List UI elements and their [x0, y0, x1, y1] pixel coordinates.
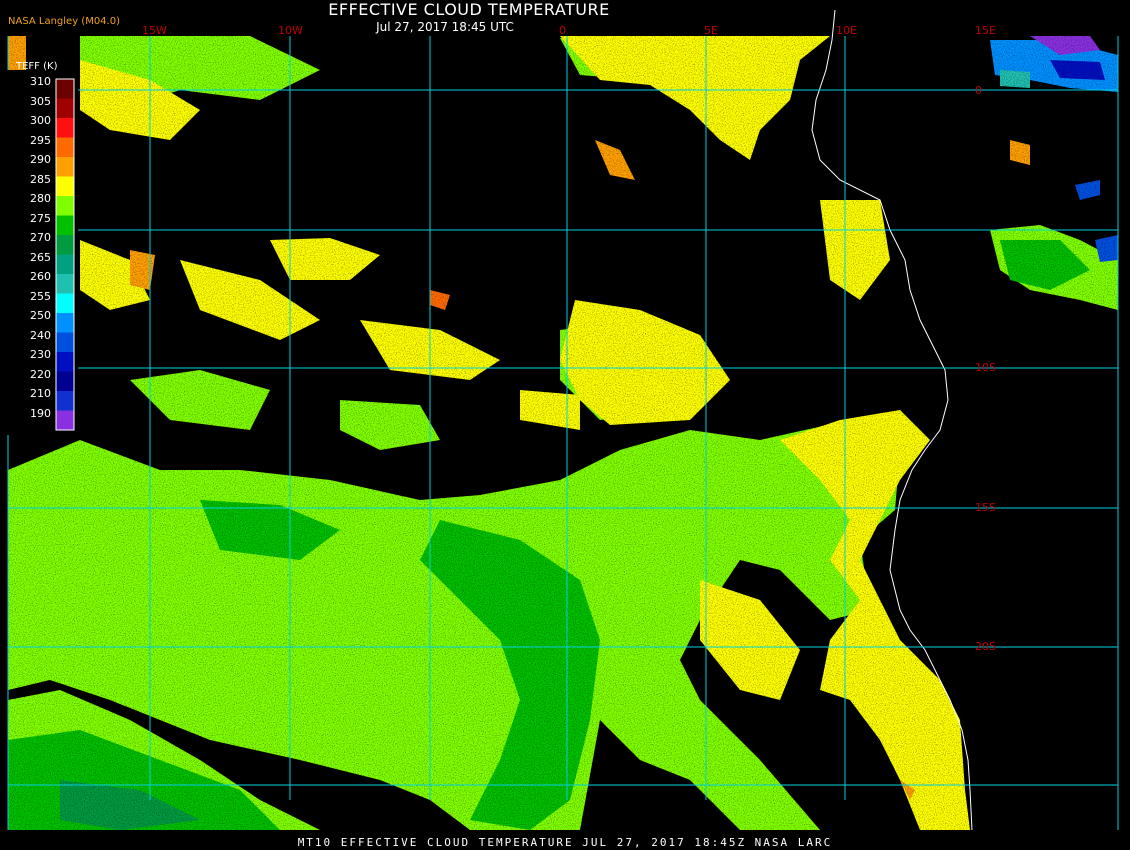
map-title: EFFECTIVE CLOUD TEMPERATURE: [328, 0, 610, 19]
legend-tick-290: 290: [30, 153, 51, 166]
legend-tick-240: 240: [30, 328, 51, 342]
legend-tick-250: 250: [30, 309, 51, 322]
legend-swatch-275: [56, 215, 74, 235]
legend-tick-285: 285: [30, 172, 51, 186]
legend-tick-310: 310: [30, 75, 51, 88]
legend-tick-210: 210: [30, 387, 51, 400]
lon-label-15w: 15W: [142, 24, 167, 37]
lat-label-0: 0: [975, 84, 982, 97]
legend-tick-260: 260: [30, 270, 51, 283]
lon-label-5e: 5E: [704, 24, 718, 37]
legend-tick-230: 230: [30, 348, 51, 361]
legend-swatch-300: [56, 118, 74, 138]
lon-label-0: 0: [559, 24, 566, 37]
legend-swatch-240: [56, 332, 74, 352]
lat-label-10s: 10S: [975, 361, 996, 374]
texture-overlay: [8, 36, 1118, 830]
legend-swatch-305: [56, 98, 74, 118]
lat-label-20s: 20S: [975, 640, 996, 653]
legend-tick-270: 270: [30, 231, 51, 244]
right-border: [1118, 36, 1130, 830]
footer-caption: MT10 EFFECTIVE CLOUD TEMPERATURE JUL 27,…: [297, 836, 833, 849]
legend-tick-275: 275: [30, 211, 51, 225]
legend-swatch-290: [56, 157, 74, 177]
legend-tick-280: 280: [30, 192, 51, 205]
legend-swatch-190: [56, 410, 74, 430]
legend-tick-190: 190: [30, 406, 51, 420]
legend-color-bar: [55, 78, 75, 431]
legend-swatch-295: [56, 137, 74, 157]
credit-label: NASA Langley (M04.0): [8, 16, 120, 27]
legend-swatch-280: [56, 196, 74, 216]
legend-swatch-220: [56, 371, 74, 391]
legend-title: TEFF (K): [16, 61, 58, 72]
legend-tick-255: 255: [30, 289, 51, 303]
legend-swatch-270: [56, 235, 74, 255]
lon-label-10e: 10E: [836, 24, 857, 37]
legend-swatch-230: [56, 352, 74, 372]
map-timestamp: Jul 27, 2017 18:45 UTC: [376, 20, 514, 34]
lon-label-15e: 15E: [975, 24, 996, 37]
legend-tick-295: 295: [30, 133, 51, 147]
legend-swatch-255: [56, 293, 74, 313]
legend-swatch-260: [56, 274, 74, 294]
lon-label-10w: 10W: [278, 24, 303, 37]
legend-swatch-250: [56, 313, 74, 333]
satellite-map-page: EFFECTIVE CLOUD TEMPERATURE Jul 27, 2017…: [0, 0, 1130, 850]
legend-swatch-210: [56, 391, 74, 411]
legend-swatch-310: [56, 79, 74, 99]
legend-tick-265: 265: [30, 250, 51, 264]
legend-tick-305: 305: [30, 94, 51, 108]
legend-swatch-265: [56, 254, 74, 274]
legend-tick-300: 300: [30, 114, 51, 127]
legend-swatch-285: [56, 176, 74, 196]
cloud-temperature-map: [0, 0, 1130, 850]
lat-label-15s: 15S: [975, 501, 996, 514]
legend-tick-220: 220: [30, 367, 51, 381]
